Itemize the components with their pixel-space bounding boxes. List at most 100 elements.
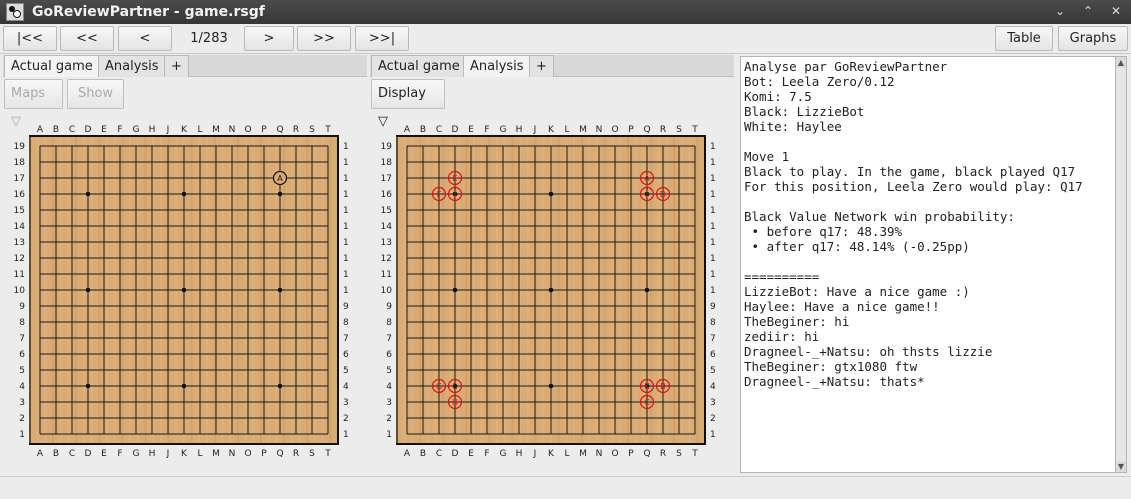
analysis-text-line: Dragneel-_+Natsu: thats*: [744, 374, 925, 389]
row-label: 17: [710, 174, 716, 184]
column-label: S: [309, 449, 315, 459]
row-label: 9: [386, 302, 392, 312]
right-go-board[interactable]: A A B B C C D D E E F F G G H H J J K K L L M M N N O O P P Q Q R R S S T T 19…: [380, 121, 716, 461]
column-label: M: [212, 125, 220, 135]
column-label: M: [579, 125, 587, 135]
column-label: L: [564, 449, 569, 459]
column-label: P: [261, 125, 267, 135]
row-label: 15: [710, 206, 716, 216]
text-scrollbar[interactable]: ▲ ▼: [1116, 56, 1127, 473]
column-label: L: [564, 125, 569, 135]
left-board-marker-label: A: [277, 174, 283, 183]
row-label: 5: [343, 366, 349, 376]
row-label: 12: [710, 254, 716, 264]
row-label: 4: [343, 382, 349, 392]
column-label: L: [197, 125, 202, 135]
analysis-text-line: Black to play. In the game, black played…: [744, 164, 1076, 179]
row-label: 10: [14, 286, 26, 296]
row-label: 11: [343, 270, 349, 280]
column-label: Q: [643, 449, 650, 459]
scroll-up-icon[interactable]: ▲: [1116, 57, 1126, 68]
left-tab-actual-game[interactable]: Actual game: [4, 55, 100, 77]
column-label: T: [691, 125, 698, 135]
hoshi-point: [181, 191, 187, 197]
hoshi-point: [85, 287, 91, 293]
maximize-icon[interactable]: ⌃: [1079, 2, 1097, 20]
column-label: J: [533, 449, 537, 459]
previous-move-button[interactable]: <: [118, 26, 172, 51]
column-label: K: [181, 125, 188, 135]
row-label: 19: [343, 142, 349, 152]
right-board-marker-label: D: [660, 190, 666, 199]
right-tab-actual-game[interactable]: Actual game: [371, 55, 467, 77]
column-label: D: [452, 125, 459, 135]
hoshi-point: [181, 383, 187, 389]
scroll-down-icon[interactable]: ▼: [1116, 461, 1126, 472]
column-label: D: [85, 125, 92, 135]
forward-ten-moves-button[interactable]: >>: [297, 26, 351, 51]
row-label: 19: [381, 142, 393, 152]
row-label: 1: [19, 430, 25, 440]
column-label: F: [484, 449, 489, 459]
column-label: C: [436, 449, 442, 459]
column-label: E: [468, 125, 474, 135]
analysis-text-line: [744, 254, 1112, 269]
row-label: 5: [386, 366, 392, 376]
back-ten-moves-button[interactable]: <<: [60, 26, 114, 51]
analysis-text-line: For this position, Leela Zero would play…: [744, 179, 1083, 194]
display-dropdown[interactable]: Display ▽: [371, 79, 445, 129]
column-label: A: [404, 125, 411, 135]
graphs-button[interactable]: Graphs: [1058, 26, 1128, 51]
left-tab-analysis[interactable]: Analysis: [98, 55, 166, 77]
row-label: 7: [710, 334, 716, 344]
row-label: 1: [710, 430, 716, 440]
right-board-marker-label: J: [453, 190, 456, 199]
row-label: 1: [343, 430, 349, 440]
show-button[interactable]: Show: [67, 79, 124, 109]
row-label: 7: [343, 334, 349, 344]
column-label: C: [436, 125, 442, 135]
title-bar: GoReviewPartner - game.rsgf ⌄ ⌃ ✕: [0, 0, 1131, 24]
column-label: B: [53, 125, 59, 135]
right-board-marker-label: F: [437, 190, 442, 199]
left-tab-add[interactable]: +: [164, 55, 189, 77]
right-board-marker-label: B: [660, 382, 666, 391]
column-label: T: [324, 125, 331, 135]
row-label: 10: [381, 286, 393, 296]
column-label: O: [611, 125, 618, 135]
column-label: M: [212, 449, 220, 459]
close-icon[interactable]: ✕: [1107, 2, 1125, 20]
first-move-button[interactable]: |<<: [3, 26, 57, 51]
hoshi-point: [85, 191, 91, 197]
analysis-text-pane[interactable]: Analyse par GoReviewPartner Bot: Leela Ze…: [740, 56, 1116, 473]
column-label: A: [404, 449, 411, 459]
table-button[interactable]: Table: [995, 26, 1053, 51]
row-label: 3: [19, 398, 25, 408]
column-label: E: [101, 449, 107, 459]
row-label: 14: [343, 222, 349, 232]
hoshi-point: [548, 383, 554, 389]
last-move-button[interactable]: >>|: [355, 26, 409, 51]
navigation-toolbar: |<< << < 1/283 > >> >>| Table Graphs: [0, 24, 1131, 54]
next-move-button[interactable]: >: [244, 26, 294, 51]
column-label: C: [69, 125, 75, 135]
row-label: 15: [14, 206, 25, 216]
column-label: S: [676, 449, 682, 459]
column-label: J: [533, 125, 537, 135]
maps-dropdown[interactable]: Maps ▽: [4, 79, 63, 129]
minimize-icon[interactable]: ⌄: [1051, 2, 1069, 20]
right-board-marker-label: E: [452, 174, 457, 183]
column-label: L: [197, 449, 202, 459]
app-icon: [6, 3, 24, 21]
right-tab-add[interactable]: +: [529, 55, 554, 77]
column-label: B: [420, 449, 426, 459]
right-tab-analysis[interactable]: Analysis: [463, 55, 531, 77]
right-board-marker-label: L: [453, 382, 458, 391]
analysis-text-line: Komi: 7.5: [744, 89, 812, 104]
column-label: N: [229, 125, 236, 135]
row-label: 15: [381, 206, 392, 216]
right-board-marker-label: G: [436, 382, 442, 391]
left-go-board[interactable]: A A B B C C D D E E F F G G H H J J K K L L M M N N O O P P Q Q R R S S T T 19…: [13, 121, 349, 461]
right-board-marker-label: A: [644, 174, 650, 183]
column-label: N: [229, 449, 236, 459]
